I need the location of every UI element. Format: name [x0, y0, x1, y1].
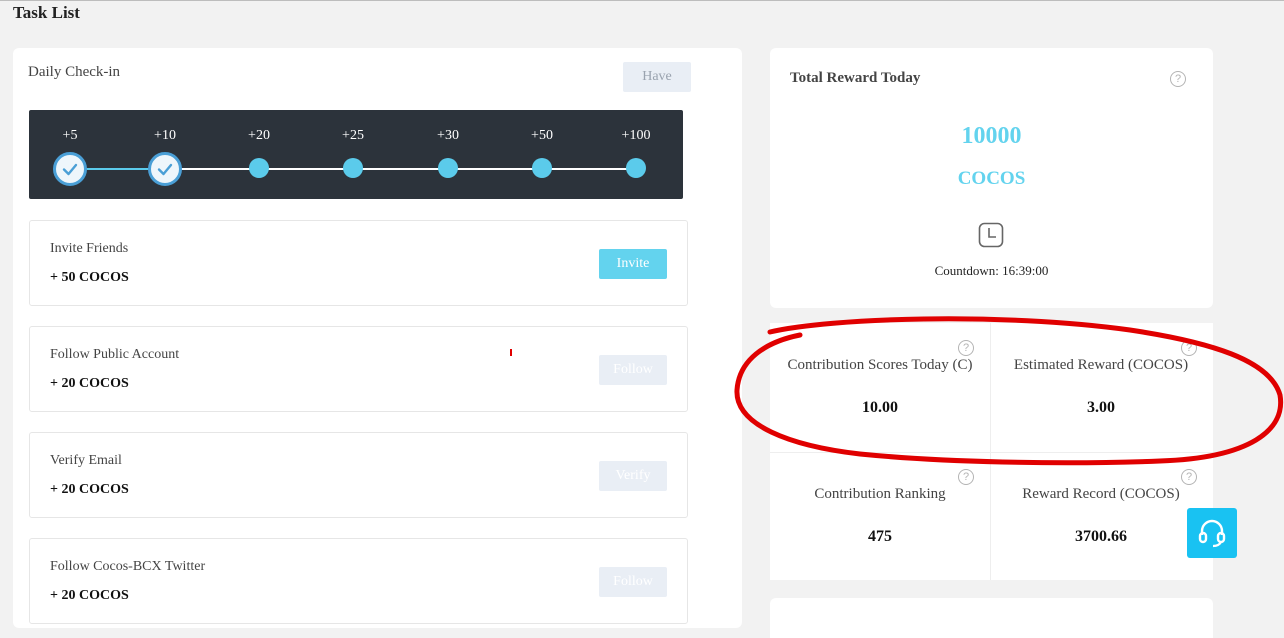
reward-amount: 10000 [961, 123, 1022, 149]
total-reward-panel: Total Reward Today ? 10000 COCOS Countdo… [770, 48, 1213, 308]
help-circle-icon[interactable]: ? [1170, 71, 1186, 87]
page-title: Task List [13, 3, 80, 22]
follow-twitter-button[interactable]: Follow [599, 567, 667, 597]
help-circle-icon[interactable]: ? [958, 340, 974, 356]
customer-support-button[interactable] [1187, 508, 1237, 558]
help-circle-icon[interactable]: ? [1181, 340, 1197, 356]
task-reward: + 20 COCOS [50, 588, 129, 603]
checkmark-icon [62, 163, 78, 176]
verify-email-button[interactable]: Verify [599, 461, 667, 491]
stat-label: Contribution Scores Today (C) [787, 357, 973, 373]
task-name: Verify Email [50, 453, 122, 468]
task-name: Follow Cocos-BCX Twitter [50, 559, 206, 574]
checkin-step-label: +5 [62, 128, 78, 143]
checkin-have-button[interactable]: Have [623, 62, 691, 92]
invite-button[interactable]: Invite [599, 249, 667, 279]
track-line-remaining [166, 168, 636, 170]
stat-value: 475 [868, 528, 892, 545]
checkin-title: Daily Check-in [28, 64, 121, 80]
task-name: Follow Public Account [50, 347, 180, 362]
headset-icon [1198, 519, 1226, 548]
stat-label: Reward Record (COCOS) [1022, 486, 1180, 502]
reward-title: Total Reward Today [790, 70, 921, 86]
task-reward: + 20 COCOS [50, 376, 129, 391]
checkin-step-dot [249, 158, 269, 178]
contribution-stats-panel: ? Contribution Scores Today (C) 10.00 ? … [770, 323, 1213, 580]
stat-label: Estimated Reward (COCOS) [1013, 357, 1189, 373]
stat-value: 3.00 [1087, 399, 1115, 416]
checkin-step-label: +10 [154, 128, 176, 143]
checkin-step-label: +100 [621, 128, 651, 143]
task-reward: + 50 COCOS [50, 270, 129, 285]
checkin-step-dot [626, 158, 646, 178]
reward-unit: COCOS [957, 168, 1026, 189]
stat-value: 10.00 [862, 399, 898, 416]
checkin-step-done [53, 152, 87, 186]
bottom-panel [770, 598, 1213, 638]
task-reward: + 20 COCOS [50, 482, 129, 497]
checkin-step-label: +30 [437, 128, 459, 143]
stat-estimated-reward: ? Estimated Reward (COCOS) 3.00 [991, 323, 1211, 451]
task-card-invite-friends: Invite Friends + 50 COCOS Invite [29, 220, 688, 306]
help-circle-icon[interactable]: ? [958, 469, 974, 485]
checkin-step-label: +50 [531, 128, 553, 143]
checkin-step-dot [438, 158, 458, 178]
task-card-verify-email: Verify Email + 20 COCOS Verify [29, 432, 688, 518]
clock-icon [978, 222, 1004, 248]
task-card-follow-public-account: Follow Public Account + 20 COCOS Follow [29, 326, 688, 412]
stat-value: 3700.66 [1075, 528, 1127, 545]
annotation-mark [510, 349, 512, 356]
checkin-progress-track: +5 +10 +20 +25 +30 +50 +100 [29, 110, 683, 199]
follow-public-account-button[interactable]: Follow [599, 355, 667, 385]
checkin-step-label: +25 [342, 128, 364, 143]
checkmark-icon [157, 163, 173, 176]
task-panel: Daily Check-in Have +5 +10 +20 +25 +30 +… [13, 48, 742, 628]
stat-reward-record[interactable]: ? Reward Record (COCOS) 3700.66 [991, 452, 1211, 580]
stat-contribution-ranking: ? Contribution Ranking 475 [770, 452, 990, 580]
task-card-follow-twitter: Follow Cocos-BCX Twitter + 20 COCOS Foll… [29, 538, 688, 624]
task-name: Invite Friends [50, 241, 129, 256]
countdown-text: Countdown: 16:39:00 [934, 263, 1049, 278]
help-circle-icon[interactable]: ? [1181, 469, 1197, 485]
stat-label: Contribution Ranking [814, 486, 946, 502]
checkin-step-dot [532, 158, 552, 178]
checkin-step-dot [343, 158, 363, 178]
checkin-step-done [148, 152, 182, 186]
checkin-step-label: +20 [248, 128, 270, 143]
top-divider [0, 0, 1284, 1]
stat-contribution-scores: ? Contribution Scores Today (C) 10.00 [770, 323, 990, 451]
